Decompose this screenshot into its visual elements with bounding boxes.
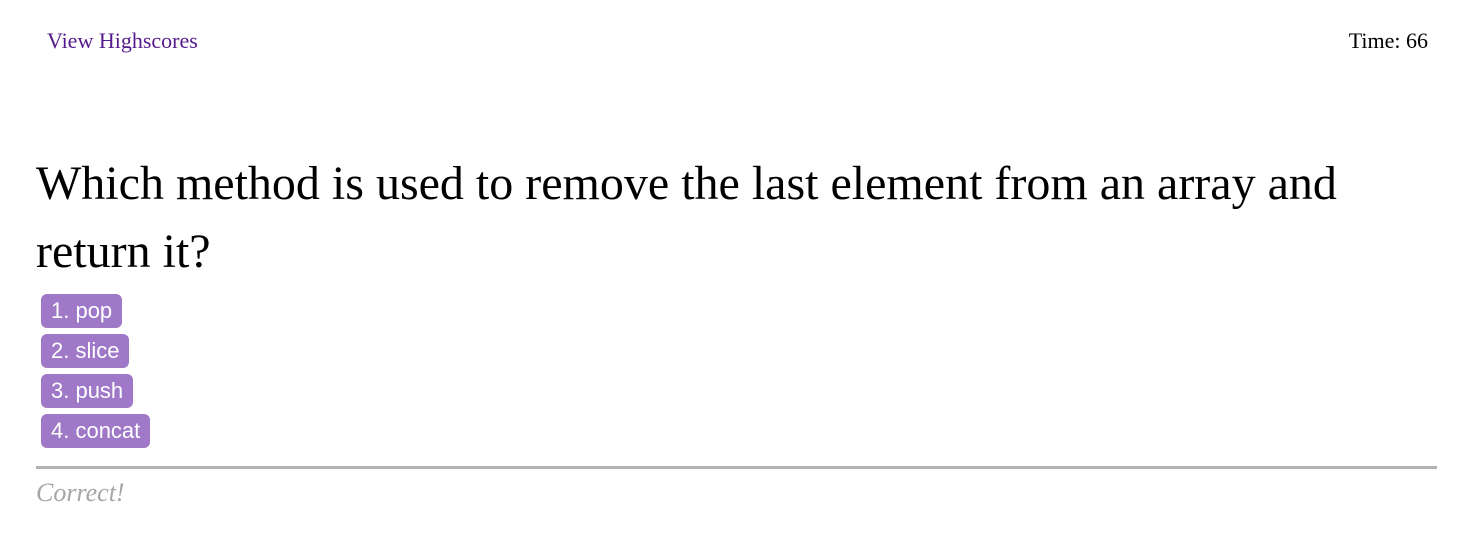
quiz-page: View Highscores Time: 66 Which method is… [0,0,1476,557]
answer-button-concat[interactable]: 4. concat [41,414,151,448]
timer-value: 66 [1406,28,1428,53]
answer-button-pop[interactable]: 1. pop [41,294,123,328]
feedback-message: Correct! [36,478,125,507]
timer: Time: 66 [1349,26,1428,56]
answer-button-push[interactable]: 3. push [41,374,134,408]
divider [36,466,1437,469]
answer-button-slice[interactable]: 2. slice [41,334,130,368]
timer-label: Time: [1348,28,1401,53]
question-text: Which method is used to remove the last … [36,157,1337,278]
answer-list: 1. pop 2. slice 3. push 4. concat [41,294,151,448]
top-bar: View Highscores Time: 66 [47,26,1428,56]
view-highscores-link[interactable]: View Highscores [47,26,198,56]
